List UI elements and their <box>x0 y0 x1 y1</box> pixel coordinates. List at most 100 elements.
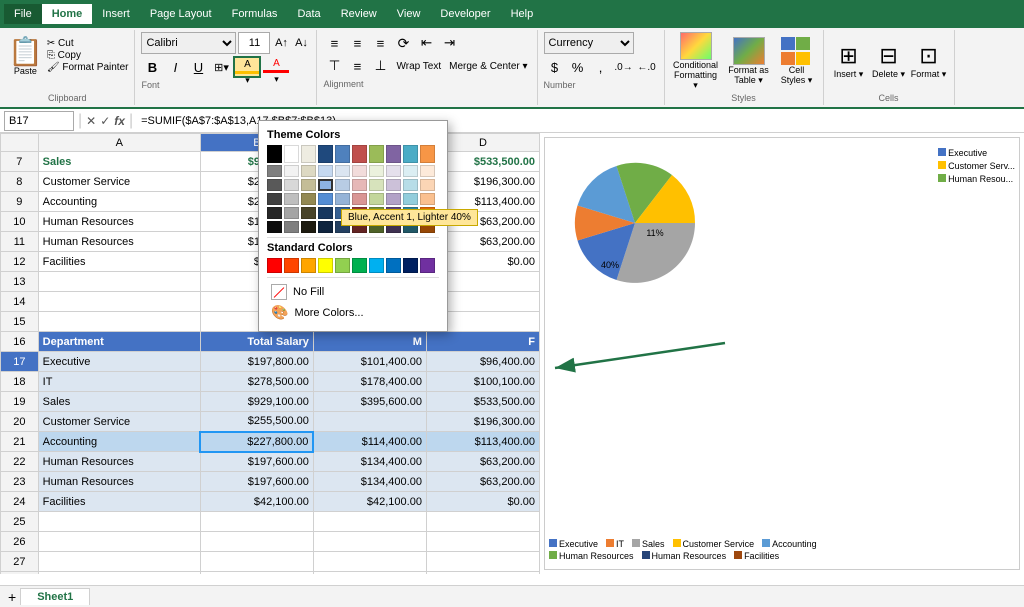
currency-btn[interactable]: $ <box>544 56 566 78</box>
table-cell[interactable]: Human Resources <box>38 212 200 232</box>
cell-styles-button[interactable]: Cell Styles ▾ <box>777 37 817 86</box>
table-cell[interactable] <box>38 532 200 552</box>
color-swatch[interactable] <box>267 221 282 233</box>
orient-btn[interactable]: ⟳ <box>392 32 414 54</box>
align-left-btn[interactable]: ≡ <box>323 32 345 54</box>
format-as-table-button[interactable]: Format as Table ▾ <box>725 37 773 86</box>
color-swatch[interactable] <box>267 179 282 191</box>
color-swatch[interactable] <box>386 145 401 163</box>
insert-cells-button[interactable]: ⊞ Insert ▾ <box>830 43 868 80</box>
color-swatch[interactable] <box>301 145 316 163</box>
cancel-formula-icon[interactable]: ✕ <box>86 114 96 128</box>
table-cell[interactable]: $533,500.00 <box>426 392 539 412</box>
color-swatch[interactable] <box>318 165 333 177</box>
table-cell[interactable] <box>426 512 539 532</box>
file-menu[interactable]: File <box>4 4 42 24</box>
table-cell[interactable] <box>200 552 313 572</box>
table-cell[interactable]: $197,600.00 <box>200 452 313 472</box>
table-cell[interactable]: $197,800.00 <box>200 352 313 372</box>
color-swatch[interactable] <box>403 193 418 205</box>
standard-color-swatch[interactable] <box>369 258 384 273</box>
decrease-decimal-btn[interactable]: ←.0 <box>636 56 658 78</box>
table-cell[interactable] <box>313 572 426 575</box>
table-cell[interactable]: Sales <box>38 152 200 172</box>
wrap-text-button[interactable]: Wrap Text <box>392 55 445 77</box>
delete-cells-button[interactable]: ⊟ Delete ▾ <box>870 43 908 80</box>
table-cell[interactable]: Accounting <box>38 192 200 212</box>
color-swatch[interactable] <box>352 145 367 163</box>
table-cell[interactable]: $42,100.00 <box>200 492 313 512</box>
standard-color-swatch[interactable] <box>318 258 333 273</box>
fill-color-button[interactable]: A ▾ <box>233 56 261 78</box>
color-swatch[interactable] <box>318 145 333 163</box>
color-swatch[interactable] <box>369 193 384 205</box>
table-cell[interactable]: Facilities <box>38 492 200 512</box>
color-swatch[interactable] <box>403 165 418 177</box>
align-bottom-btn[interactable]: ⊥ <box>369 55 391 77</box>
color-swatch[interactable] <box>318 221 333 233</box>
color-swatch[interactable] <box>386 165 401 177</box>
decrease-font-button[interactable]: A↓ <box>292 32 310 54</box>
help-tab[interactable]: Help <box>501 4 544 24</box>
table-cell[interactable]: $96,400.00 <box>426 352 539 372</box>
color-swatch[interactable] <box>352 193 367 205</box>
table-cell[interactable]: $42,100.00 <box>313 492 426 512</box>
color-swatch[interactable] <box>267 193 282 205</box>
color-swatch[interactable] <box>267 207 282 219</box>
color-swatch[interactable] <box>420 165 435 177</box>
color-swatch[interactable] <box>284 193 299 205</box>
increase-decimal-btn[interactable]: .0→ <box>613 56 635 78</box>
copy-button[interactable]: ⎘ Copy <box>47 50 129 61</box>
table-cell[interactable] <box>38 572 200 575</box>
table-cell[interactable]: $178,400.00 <box>313 372 426 392</box>
table-cell[interactable] <box>313 512 426 532</box>
color-swatch[interactable] <box>318 179 333 191</box>
color-swatch[interactable] <box>318 207 333 219</box>
color-swatch[interactable] <box>284 207 299 219</box>
page-layout-tab[interactable]: Page Layout <box>140 4 222 24</box>
standard-color-swatch[interactable] <box>403 258 418 273</box>
developer-tab[interactable]: Developer <box>430 4 500 24</box>
paste-button[interactable]: 📋 Paste <box>6 36 45 78</box>
standard-color-swatch[interactable] <box>420 258 435 273</box>
color-swatch[interactable] <box>301 221 316 233</box>
color-swatch[interactable] <box>420 145 435 163</box>
color-swatch[interactable] <box>420 193 435 205</box>
standard-color-swatch[interactable] <box>386 258 401 273</box>
table-cell[interactable]: F <box>426 332 539 352</box>
view-tab[interactable]: View <box>387 4 431 24</box>
color-swatch[interactable] <box>403 145 418 163</box>
insert-function-icon[interactable]: fx <box>114 114 125 128</box>
table-cell[interactable]: Sales <box>38 392 200 412</box>
color-swatch[interactable] <box>352 165 367 177</box>
font-size-input[interactable] <box>238 32 270 54</box>
color-swatch[interactable] <box>352 179 367 191</box>
table-cell[interactable]: $100,100.00 <box>426 372 539 392</box>
review-tab[interactable]: Review <box>331 4 387 24</box>
table-cell[interactable] <box>38 272 200 292</box>
color-swatch[interactable] <box>284 221 299 233</box>
table-cell[interactable] <box>38 512 200 532</box>
table-cell[interactable]: Customer Service <box>38 412 200 432</box>
number-format-selector[interactable]: Currency <box>544 32 634 54</box>
table-cell[interactable] <box>313 532 426 552</box>
color-swatch[interactable] <box>318 193 333 205</box>
table-cell[interactable] <box>426 552 539 572</box>
color-swatch[interactable] <box>284 179 299 191</box>
home-tab[interactable]: Home <box>42 4 93 24</box>
no-fill-option[interactable]: No Fill <box>267 282 439 302</box>
table-cell[interactable]: $278,500.00 <box>200 372 313 392</box>
increase-font-button[interactable]: A↑ <box>272 32 290 54</box>
align-top-btn[interactable]: ⊤ <box>323 55 345 77</box>
color-swatch[interactable] <box>335 193 350 205</box>
color-swatch[interactable] <box>301 193 316 205</box>
standard-color-swatch[interactable] <box>352 258 367 273</box>
underline-button[interactable]: U <box>187 56 209 78</box>
color-swatch[interactable] <box>267 165 282 177</box>
percent-btn[interactable]: % <box>567 56 589 78</box>
sheet-tab-sheet1[interactable]: Sheet1 <box>20 588 90 605</box>
data-tab[interactable]: Data <box>287 4 330 24</box>
table-cell[interactable]: Accounting <box>38 432 200 452</box>
align-right-btn[interactable]: ≡ <box>369 32 391 54</box>
comma-btn[interactable]: , <box>590 56 612 78</box>
